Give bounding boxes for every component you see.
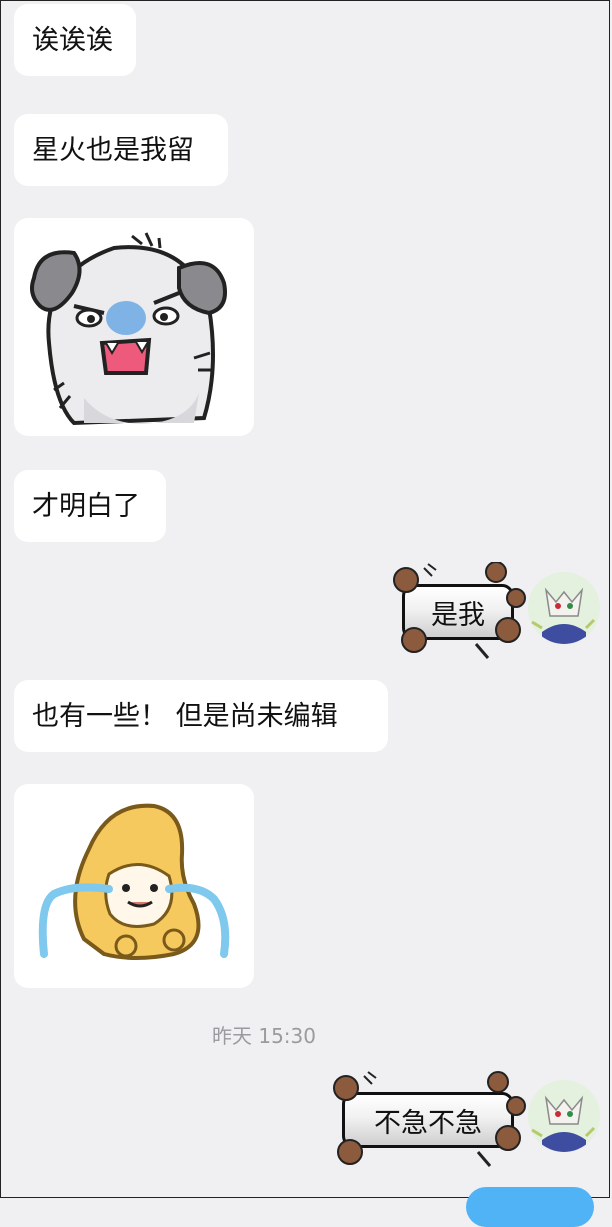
bubble-decoration-icon xyxy=(333,1071,526,1167)
message-bubble-received[interactable]: 也有一些！ 但是尚未编辑 xyxy=(14,680,388,752)
message-text: 才明白了 xyxy=(32,490,140,522)
message-bubble-received[interactable]: 星火也是我留 xyxy=(14,114,228,186)
message-bubble-received[interactable]: 才明白了 xyxy=(14,470,166,542)
sticker-bubble-sent[interactable]: 不急不急 xyxy=(328,1070,528,1170)
bubble-decoration-icon xyxy=(393,562,526,659)
sticker-message[interactable] xyxy=(14,218,254,436)
crying-bread-sticker-image xyxy=(38,803,230,960)
message-text: 也有一些！ 但是尚未编辑 xyxy=(32,700,338,732)
sticker-message[interactable] xyxy=(14,784,254,988)
message-bubble-received[interactable]: 诶诶诶 xyxy=(14,4,136,76)
avatar[interactable] xyxy=(528,572,600,644)
avatar-image xyxy=(528,572,600,644)
avatar[interactable] xyxy=(528,1080,600,1152)
message-text: 诶诶诶 xyxy=(32,24,113,56)
timestamp: 昨天 15:30 xyxy=(212,1024,316,1048)
send-button[interactable] xyxy=(466,1187,594,1227)
sticker-bubble-sent[interactable]: 是我 xyxy=(388,562,528,662)
dog-sticker-image xyxy=(30,232,227,426)
message-text: 星火也是我留 xyxy=(32,134,194,166)
avatar-image xyxy=(528,1080,600,1152)
